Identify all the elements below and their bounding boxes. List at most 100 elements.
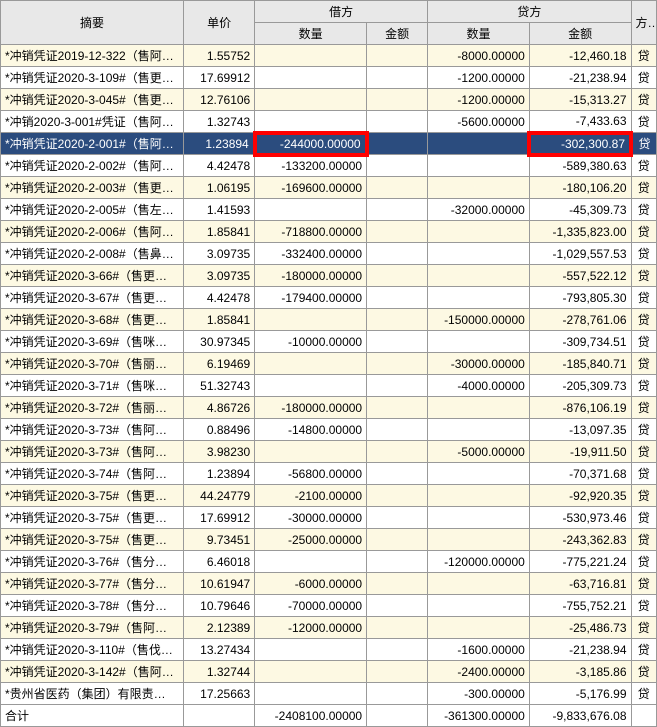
cell-credit-qty bbox=[428, 419, 530, 441]
cell-price: 17.69912 bbox=[184, 507, 255, 529]
table-row[interactable]: *冲销凭证2020-3-73#（售阿…3.98230-5000.00000-19… bbox=[1, 441, 657, 463]
table-row[interactable]: *冲销凭证2020-3-110#（售伐…13.27434-1600.00000-… bbox=[1, 639, 657, 661]
cell-credit-qty: -30000.00000 bbox=[428, 353, 530, 375]
cell-credit-amt: -1,335,823.00 bbox=[529, 221, 631, 243]
table-row[interactable]: *冲销凭证2020-3-72#（售丽…4.86726-180000.00000-… bbox=[1, 397, 657, 419]
cell-direction: 贷 bbox=[631, 353, 656, 375]
cell-debit-amt bbox=[367, 67, 428, 89]
col-debit-qty[interactable]: 数量 bbox=[255, 23, 367, 45]
cell-credit-qty bbox=[428, 221, 530, 243]
cell-price: 17.69912 bbox=[184, 67, 255, 89]
cell-credit-amt: -309,734.51 bbox=[529, 331, 631, 353]
col-debit-amt[interactable]: 金额 bbox=[367, 23, 428, 45]
table-row[interactable]: *冲销凭证2020-2-005#（售左…1.41593-32000.00000-… bbox=[1, 199, 657, 221]
table-row[interactable]: *冲销凭证2020-3-69#（售咪…30.97345-10000.00000-… bbox=[1, 331, 657, 353]
table-header: 摘要 单价 借方 贷方 方向 数量 金额 数量 金额 bbox=[1, 1, 657, 45]
table-row[interactable]: *冲销2020-3-001#凭证（售阿…1.32743-5600.00000-7… bbox=[1, 111, 657, 133]
cell-credit-qty bbox=[428, 397, 530, 419]
table-row[interactable]: *冲销凭证2020-3-109#（售更…17.69912-1200.00000-… bbox=[1, 67, 657, 89]
cell-credit-qty bbox=[428, 573, 530, 595]
cell-price: 1.23894 bbox=[184, 463, 255, 485]
col-summary[interactable]: 摘要 bbox=[1, 1, 184, 45]
table-row[interactable]: *冲销凭证2020-3-71#（售咪…51.32743-4000.00000-2… bbox=[1, 375, 657, 397]
cell-debit-amt bbox=[367, 221, 428, 243]
table-row[interactable]: *冲销凭证2020-3-045#（售更…12.76106-1200.00000-… bbox=[1, 89, 657, 111]
table-row[interactable]: *冲销凭证2020-3-75#（售更…9.73451-25000.00000-2… bbox=[1, 529, 657, 551]
table-row[interactable]: *冲销凭证2020-3-76#（售分…6.46018-120000.00000-… bbox=[1, 551, 657, 573]
cell-debit-qty: -244000.00000 bbox=[255, 133, 367, 155]
table-row[interactable]: *冲销凭证2020-2-002#（售阿…4.42478-133200.00000… bbox=[1, 155, 657, 177]
cell-credit-qty bbox=[428, 155, 530, 177]
table-row[interactable]: *冲销凭证2020-3-75#（售更…17.69912-30000.00000-… bbox=[1, 507, 657, 529]
cell-debit-qty bbox=[255, 661, 367, 683]
table-body: *冲销凭证2019-12-322（售阿…1.55752-8000.00000-1… bbox=[1, 45, 657, 727]
table-row[interactable]: *冲销凭证2020-3-142#（售阿…1.32744-2400.00000-3… bbox=[1, 661, 657, 683]
cell-summary: *贵州省医药（集团）有限责… bbox=[1, 683, 184, 705]
cell-credit-qty: -32000.00000 bbox=[428, 199, 530, 221]
cell-credit-amt: -589,380.63 bbox=[529, 155, 631, 177]
cell-credit-amt: -21,238.94 bbox=[529, 67, 631, 89]
cell-credit-amt: -185,840.71 bbox=[529, 353, 631, 375]
cell-debit-qty bbox=[255, 683, 367, 705]
table-row[interactable]: *贵州省医药（集团）有限责…17.25663-300.00000-5,176.9… bbox=[1, 683, 657, 705]
table-row[interactable]: *冲销凭证2020-3-66#（售更…3.09735-180000.00000-… bbox=[1, 265, 657, 287]
cell-summary: *冲销凭证2020-3-67#（售更… bbox=[1, 287, 184, 309]
cell-debit-amt bbox=[367, 551, 428, 573]
cell-credit-qty: -1200.00000 bbox=[428, 89, 530, 111]
cell-summary: *冲销凭证2020-3-110#（售伐… bbox=[1, 639, 184, 661]
table-row[interactable]: *冲销凭证2020-2-001#（售阿…1.23894-244000.00000… bbox=[1, 133, 657, 155]
ledger-table[interactable]: 摘要 单价 借方 贷方 方向 数量 金额 数量 金额 *冲销凭证2019-12-… bbox=[0, 0, 657, 727]
table-row[interactable]: *冲销凭证2020-2-003#（售更…1.06195-169600.00000… bbox=[1, 177, 657, 199]
cell-price: 6.19469 bbox=[184, 353, 255, 375]
cell-summary: *冲销凭证2020-3-68#（售更… bbox=[1, 309, 184, 331]
col-credit-amt[interactable]: 金额 bbox=[529, 23, 631, 45]
table-row[interactable]: *冲销凭证2020-3-79#（售阿…2.12389-12000.00000-2… bbox=[1, 617, 657, 639]
col-credit[interactable]: 贷方 bbox=[428, 1, 631, 23]
table-row[interactable]: *冲销凭证2019-12-322（售阿…1.55752-8000.00000-1… bbox=[1, 45, 657, 67]
cell-debit-qty: -70000.00000 bbox=[255, 595, 367, 617]
table-row[interactable]: *冲销凭证2020-2-008#（售鼻…3.09735-332400.00000… bbox=[1, 243, 657, 265]
cell-debit-amt bbox=[367, 89, 428, 111]
cell-credit-amt: -243,362.83 bbox=[529, 529, 631, 551]
cell-debit-qty bbox=[255, 551, 367, 573]
cell-price: 17.25663 bbox=[184, 683, 255, 705]
col-credit-qty[interactable]: 数量 bbox=[428, 23, 530, 45]
table-row[interactable]: *冲销凭证2020-3-67#（售更…4.42478-179400.00000-… bbox=[1, 287, 657, 309]
cell-summary: *冲销凭证2020-2-008#（售鼻… bbox=[1, 243, 184, 265]
cell-direction: 贷 bbox=[631, 639, 656, 661]
cell-price: 6.46018 bbox=[184, 551, 255, 573]
cell-direction: 贷 bbox=[631, 595, 656, 617]
footer-camt: -9,833,676.08 bbox=[529, 705, 631, 727]
cell-debit-qty: -180000.00000 bbox=[255, 265, 367, 287]
cell-debit-amt bbox=[367, 683, 428, 705]
cell-direction: 贷 bbox=[631, 331, 656, 353]
cell-debit-amt bbox=[367, 419, 428, 441]
table-row[interactable]: *冲销凭证2020-3-77#（售分…10.61947-6000.00000-6… bbox=[1, 573, 657, 595]
cell-summary: *冲销凭证2020-3-75#（售更… bbox=[1, 529, 184, 551]
cell-credit-qty: -5600.00000 bbox=[428, 111, 530, 133]
cell-price: 1.41593 bbox=[184, 199, 255, 221]
cell-direction: 贷 bbox=[631, 617, 656, 639]
table-row[interactable]: *冲销凭证2020-2-006#（售阿…1.85841-718800.00000… bbox=[1, 221, 657, 243]
table-row[interactable]: *冲销凭证2020-3-78#（售分…10.79646-70000.00000-… bbox=[1, 595, 657, 617]
table-row[interactable]: *冲销凭证2020-3-68#（售更…1.85841-150000.00000-… bbox=[1, 309, 657, 331]
cell-debit-qty: -2100.00000 bbox=[255, 485, 367, 507]
cell-credit-amt: -557,522.12 bbox=[529, 265, 631, 287]
cell-credit-amt: -278,761.06 bbox=[529, 309, 631, 331]
cell-credit-qty bbox=[428, 265, 530, 287]
table-row[interactable]: *冲销凭证2020-3-73#（售阿…0.88496-14800.00000-1… bbox=[1, 419, 657, 441]
table-row[interactable]: *冲销凭证2020-3-70#（售丽…6.19469-30000.00000-1… bbox=[1, 353, 657, 375]
table-row[interactable]: *冲销凭证2020-3-75#（售更…44.24779-2100.00000-9… bbox=[1, 485, 657, 507]
col-direction[interactable]: 方向 bbox=[631, 1, 656, 45]
cell-debit-qty bbox=[255, 89, 367, 111]
cell-credit-amt: -70,371.68 bbox=[529, 463, 631, 485]
cell-summary: *冲销凭证2020-2-003#（售更… bbox=[1, 177, 184, 199]
col-debit[interactable]: 借方 bbox=[255, 1, 428, 23]
cell-summary: *冲销凭证2020-3-74#（售阿… bbox=[1, 463, 184, 485]
cell-direction: 贷 bbox=[631, 89, 656, 111]
cell-price: 1.85841 bbox=[184, 221, 255, 243]
cell-credit-qty: -300.00000 bbox=[428, 683, 530, 705]
col-price[interactable]: 单价 bbox=[184, 1, 255, 45]
table-row[interactable]: *冲销凭证2020-3-74#（售阿…1.23894-56800.00000-7… bbox=[1, 463, 657, 485]
cell-debit-qty bbox=[255, 111, 367, 133]
